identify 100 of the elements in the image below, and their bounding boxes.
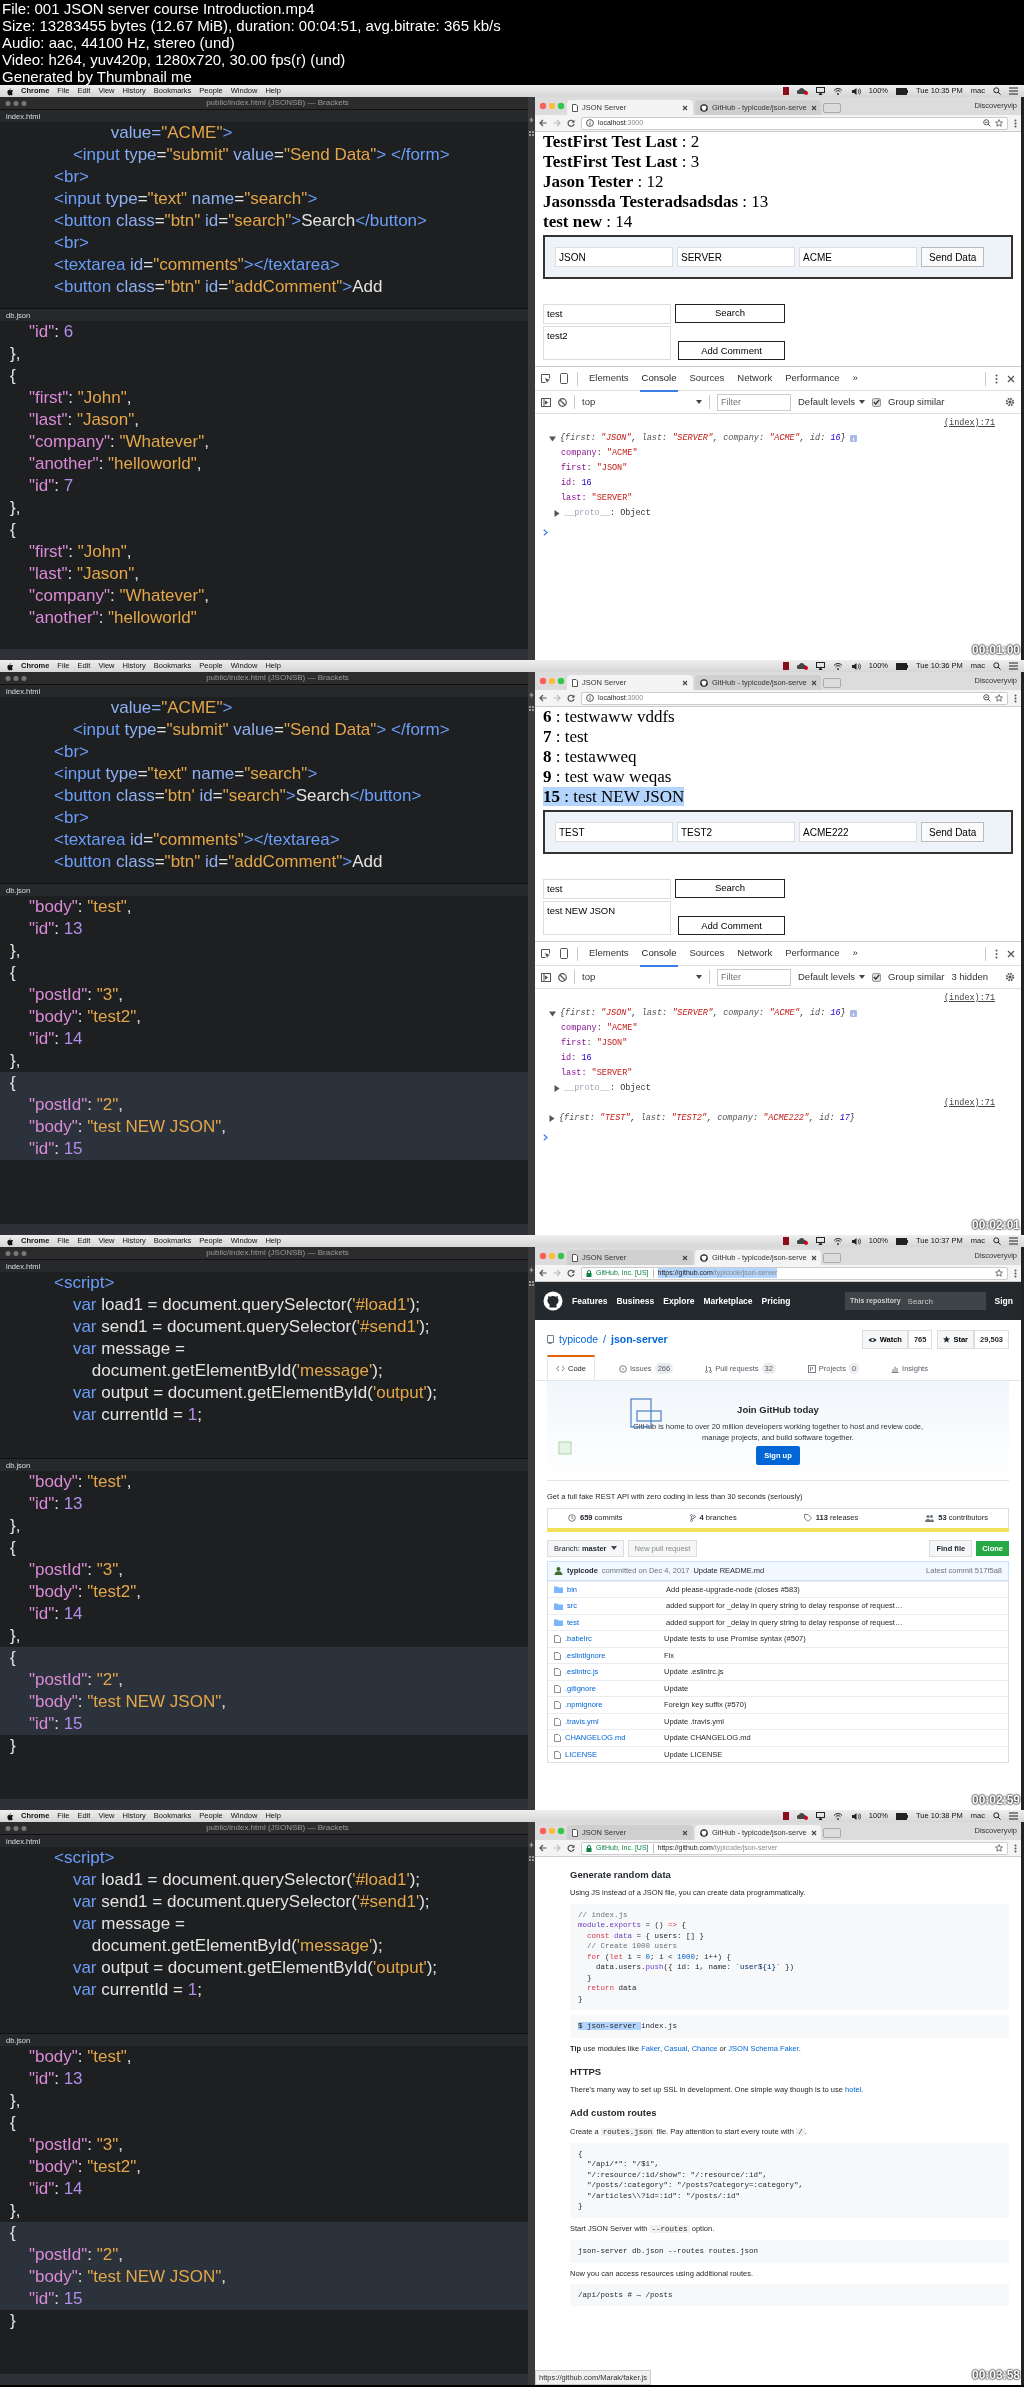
clear-icon[interactable] <box>558 972 567 982</box>
extensions-icon[interactable] <box>529 131 534 136</box>
nav-link[interactable]: Explore <box>663 1294 695 1308</box>
clear-icon[interactable] <box>558 397 567 407</box>
menu-icon[interactable] <box>1014 1843 1017 1853</box>
collapsed-icon[interactable] <box>549 1115 555 1123</box>
input-field[interactable]: JSON <box>555 247 673 267</box>
source-link[interactable]: (index):71 <box>541 991 995 1007</box>
device-icon[interactable] <box>560 373 568 385</box>
checkbox[interactable] <box>872 397 882 407</box>
owner-link[interactable]: typicode <box>559 1331 599 1348</box>
gear-icon[interactable] <box>1005 972 1015 983</box>
back-icon[interactable] <box>539 694 547 702</box>
search-icon[interactable] <box>993 87 1001 95</box>
devtools-tab[interactable]: Elements <box>587 365 631 392</box>
list-icon[interactable] <box>1009 87 1018 95</box>
nav-link[interactable]: Business <box>616 1294 655 1308</box>
checkbox[interactable] <box>872 972 882 982</box>
extensions-icon[interactable] <box>529 1856 534 1861</box>
search-field[interactable]: test <box>543 879 671 900</box>
menu-icon[interactable] <box>995 373 998 384</box>
context-select[interactable]: top <box>582 970 702 985</box>
inspect-icon[interactable] <box>541 948 551 959</box>
star-icon[interactable] <box>995 1269 1003 1277</box>
submit-button[interactable]: Send Data <box>921 247 985 267</box>
inspect-icon[interactable] <box>541 373 551 384</box>
devtools-tab[interactable]: Sources <box>687 940 727 967</box>
close-icon[interactable] <box>810 1829 817 1836</box>
star-icon[interactable] <box>995 1844 1003 1852</box>
add-comment-button[interactable]: Add Comment <box>678 341 785 361</box>
logo-icon[interactable] <box>543 1291 563 1311</box>
list-icon[interactable] <box>1009 1237 1018 1245</box>
input-field[interactable]: TEST <box>555 822 673 842</box>
search-icon[interactable] <box>993 1237 1001 1245</box>
more-tabs-button[interactable]: » <box>850 365 860 392</box>
more-tabs-button[interactable]: » <box>850 940 860 967</box>
window-controls-icon[interactable] <box>5 99 27 107</box>
search-icon[interactable] <box>993 1812 1001 1820</box>
levels-dropdown[interactable]: Default levels <box>798 395 866 410</box>
close-icon[interactable] <box>682 1829 688 1836</box>
close-icon[interactable] <box>810 104 817 111</box>
back-icon[interactable] <box>539 1269 547 1277</box>
close-icon[interactable] <box>682 1254 688 1261</box>
repo-link[interactable]: json-server <box>611 1331 668 1348</box>
input-field[interactable]: TEST2 <box>677 822 795 842</box>
nav-link[interactable]: Pricing <box>761 1294 791 1308</box>
window-controls-icon[interactable] <box>5 1249 27 1257</box>
extensions-icon[interactable] <box>529 706 534 711</box>
context-select[interactable]: top <box>582 395 702 410</box>
list-icon[interactable] <box>1009 1812 1018 1820</box>
input-field[interactable]: SERVER <box>677 247 795 267</box>
filter-field[interactable]: Filter <box>717 393 791 411</box>
sign-in-link[interactable]: Sign <box>994 1294 1013 1308</box>
search-field[interactable]: Search <box>905 1292 986 1310</box>
input-field[interactable]: ACME <box>799 247 917 267</box>
list-icon[interactable] <box>1009 662 1018 670</box>
devtools-tab[interactable]: Console <box>639 940 679 967</box>
zoom-icon[interactable] <box>983 119 991 127</box>
search-button[interactable]: Search <box>675 304 785 323</box>
gear-icon[interactable] <box>1005 397 1015 408</box>
back-icon[interactable] <box>539 119 547 127</box>
sidebar-icon[interactable] <box>541 972 551 982</box>
back-icon[interactable] <box>539 1844 547 1852</box>
close-icon[interactable] <box>810 1254 817 1261</box>
menu-icon[interactable] <box>1014 1268 1017 1278</box>
star-icon[interactable] <box>995 694 1003 702</box>
search-button[interactable]: Search <box>675 879 785 898</box>
collapsed-icon[interactable] <box>554 510 560 518</box>
devtools-tab[interactable]: Performance <box>783 940 842 967</box>
reload-icon[interactable] <box>567 119 575 127</box>
comment-field[interactable]: test NEW JSON <box>543 901 671 936</box>
nav-link[interactable]: Features <box>572 1294 608 1308</box>
expanded-icon[interactable] <box>549 1010 556 1017</box>
close-icon[interactable] <box>682 679 688 686</box>
expanded-icon[interactable] <box>549 435 556 442</box>
devtools-tab[interactable]: Performance <box>783 365 842 392</box>
extensions-icon[interactable] <box>529 1281 534 1286</box>
close-icon[interactable] <box>810 679 817 686</box>
reload-icon[interactable] <box>567 694 575 702</box>
devtools-tab[interactable]: Network <box>735 365 775 392</box>
nav-link[interactable]: Marketplace <box>703 1294 753 1308</box>
window-controls-icon[interactable] <box>5 674 27 682</box>
menu-icon[interactable] <box>1014 693 1017 703</box>
menu-icon[interactable] <box>995 948 998 959</box>
search-icon[interactable] <box>993 662 1001 670</box>
source-link[interactable]: (index):71 <box>541 416 995 432</box>
add-comment-button[interactable]: Add Comment <box>678 916 785 936</box>
input-field[interactable]: ACME222 <box>799 822 917 842</box>
close-icon[interactable] <box>682 104 688 111</box>
star-icon[interactable] <box>995 119 1003 127</box>
menu-icon[interactable] <box>1014 118 1017 128</box>
search-field[interactable]: test <box>543 304 671 325</box>
devtools-tab[interactable]: Elements <box>587 940 631 967</box>
close-icon[interactable] <box>1007 949 1015 958</box>
reload-icon[interactable] <box>567 1844 575 1852</box>
zoom-icon[interactable] <box>983 694 991 702</box>
close-icon[interactable] <box>1007 374 1015 383</box>
source-link[interactable]: (index):71 <box>541 1096 995 1112</box>
reload-icon[interactable] <box>567 1269 575 1277</box>
devtools-tab[interactable]: Console <box>639 365 679 392</box>
